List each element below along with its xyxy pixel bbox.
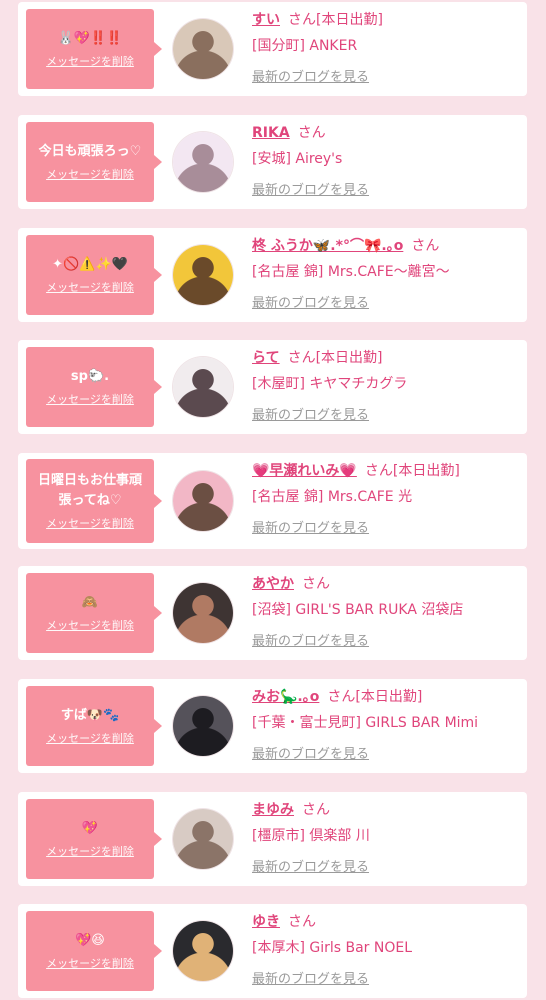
avatar[interactable] — [173, 921, 233, 981]
name-suffix: さん — [297, 125, 326, 141]
cast-name-link[interactable]: すい — [252, 12, 280, 28]
avatar[interactable] — [173, 132, 233, 192]
avatar[interactable] — [173, 583, 233, 643]
name-suffix: さん — [302, 802, 330, 818]
name-suffix: さん[本日出勤] — [288, 12, 383, 28]
latest-blog-link[interactable]: 最新のブログを見る — [252, 856, 369, 875]
delete-message-link[interactable]: メッセージを削除 — [46, 730, 134, 746]
shop-label: [沼袋] GIRL'S BAR RUKA 沼袋店 — [252, 602, 464, 618]
delete-message-link[interactable]: メッセージを削除 — [46, 515, 134, 531]
message-text: すば🐶🐾 — [60, 708, 120, 723]
cast-name-link[interactable]: RIKA — [252, 125, 290, 141]
message-bubble: 🐰💖‼️‼️ メッセージを削除 — [26, 9, 162, 89]
message-bubble: sp🐑. メッセージを削除 — [26, 347, 162, 427]
message-text: 💖 — [81, 821, 99, 836]
latest-blog-link[interactable]: 最新のブログを見る — [252, 517, 369, 536]
message-text: sp🐑. — [70, 369, 110, 384]
message-text: 今日も頑張ろっ♡ — [38, 144, 142, 159]
avatar[interactable] — [173, 245, 233, 305]
latest-blog-link[interactable]: 最新のブログを見る — [252, 404, 369, 423]
list-item: 今日も頑張ろっ♡ メッセージを削除 RIKA さん [安城] Airey's 最新… — [18, 115, 527, 209]
message-bubble: 日曜日もお仕事頑張ってね♡ メッセージを削除 — [26, 459, 162, 543]
message-text: 💖😆 — [75, 933, 105, 948]
cast-name-link[interactable]: 柊 ふうか🦋.*°⌒🎀.｡o — [252, 238, 403, 254]
cast-name-link[interactable]: 💗早瀬れいみ💗 — [252, 463, 357, 479]
delete-message-link[interactable]: メッセージを削除 — [46, 53, 134, 69]
shop-label: [本厚木] Girls Bar NOEL — [252, 940, 413, 956]
name-suffix: さん — [288, 914, 316, 930]
latest-blog-link[interactable]: 最新のブログを見る — [252, 630, 369, 649]
list-item: すば🐶🐾 メッセージを削除 みお🦕.｡o さん[本日出勤] [千葉・富士見町] G… — [18, 679, 527, 773]
cast-name-link[interactable]: あやか — [252, 576, 294, 592]
list-item: ✦🚫⚠️✨🖤 メッセージを削除 柊 ふうか🦋.*°⌒🎀.｡o さん [名古屋 錦]… — [18, 228, 527, 322]
latest-blog-link[interactable]: 最新のブログを見る — [252, 179, 369, 198]
shop-label: [安城] Airey's — [252, 151, 343, 167]
avatar[interactable] — [173, 809, 233, 869]
message-text: 日曜日もお仕事頑張ってね♡ — [37, 473, 142, 508]
favorite-cast-list: 🐰💖‼️‼️ メッセージを削除 すい さん[本日出勤] [国分町] ANKER 最… — [0, 0, 546, 1000]
message-bubble: ✦🚫⚠️✨🖤 メッセージを削除 — [26, 235, 162, 315]
list-item: 🐰💖‼️‼️ メッセージを削除 すい さん[本日出勤] [国分町] ANKER 最… — [18, 2, 527, 96]
delete-message-link[interactable]: メッセージを削除 — [46, 166, 134, 182]
delete-message-link[interactable]: メッセージを削除 — [46, 617, 134, 633]
list-item: 💖😆 メッセージを削除 ゆき さん [本厚木] Girls Bar NOEL 最新… — [18, 904, 527, 998]
list-item: sp🐑. メッセージを削除 らて さん[本日出勤] [木屋町] キヤマチカグラ 最… — [18, 340, 527, 434]
name-suffix: さん — [411, 238, 440, 254]
delete-message-link[interactable]: メッセージを削除 — [46, 279, 134, 295]
delete-message-link[interactable]: メッセージを削除 — [46, 843, 134, 859]
message-bubble: 💖 メッセージを削除 — [26, 799, 162, 879]
avatar[interactable] — [173, 19, 233, 79]
name-suffix: さん[本日出勤] — [364, 463, 460, 479]
cast-name-link[interactable]: ゆき — [252, 914, 280, 930]
message-bubble: すば🐶🐾 メッセージを削除 — [26, 686, 162, 766]
shop-label: [千葉・富士見町] GIRLS BAR Mimi — [252, 715, 479, 731]
delete-message-link[interactable]: メッセージを削除 — [46, 955, 134, 971]
latest-blog-link[interactable]: 最新のブログを見る — [252, 743, 369, 762]
message-bubble: 🙈 メッセージを削除 — [26, 573, 162, 653]
message-text: ✦🚫⚠️✨🖤 — [52, 257, 128, 272]
message-bubble: 今日も頑張ろっ♡ メッセージを削除 — [26, 122, 162, 202]
delete-message-link[interactable]: メッセージを削除 — [46, 391, 134, 407]
name-suffix: さん[本日出勤] — [327, 689, 423, 705]
latest-blog-link[interactable]: 最新のブログを見る — [252, 66, 369, 85]
name-suffix: さん — [302, 576, 330, 592]
shop-label: [名古屋 錦] Mrs.CAFE 光 — [252, 489, 413, 505]
list-item: 🙈 メッセージを削除 あやか さん [沼袋] GIRL'S BAR RUKA 沼袋… — [18, 566, 527, 660]
shop-label: [国分町] ANKER — [252, 38, 358, 54]
latest-blog-link[interactable]: 最新のブログを見る — [252, 968, 369, 987]
list-item: 日曜日もお仕事頑張ってね♡ メッセージを削除 💗早瀬れいみ💗 さん[本日出勤] [… — [18, 453, 527, 549]
latest-blog-link[interactable]: 最新のブログを見る — [252, 292, 369, 311]
list-item: 💖 メッセージを削除 まゆみ さん [橿原市] 倶楽部 川 最新のブログを見る — [18, 792, 527, 886]
message-text: 🙈 — [81, 595, 99, 610]
shop-label: [木屋町] キヤマチカグラ — [252, 376, 408, 392]
avatar[interactable] — [173, 471, 233, 531]
name-suffix: さん[本日出勤] — [287, 350, 383, 366]
avatar[interactable] — [173, 357, 233, 417]
shop-label: [名古屋 錦] Mrs.CAFE〜離宮〜 — [252, 264, 450, 280]
message-text: 🐰💖‼️‼️ — [57, 31, 123, 46]
cast-name-link[interactable]: まゆみ — [252, 802, 294, 818]
cast-name-link[interactable]: みお🦕.｡o — [252, 689, 319, 705]
cast-name-link[interactable]: らて — [252, 350, 280, 366]
shop-label: [橿原市] 倶楽部 川 — [252, 828, 370, 844]
message-bubble: 💖😆 メッセージを削除 — [26, 911, 162, 991]
avatar[interactable] — [173, 696, 233, 756]
